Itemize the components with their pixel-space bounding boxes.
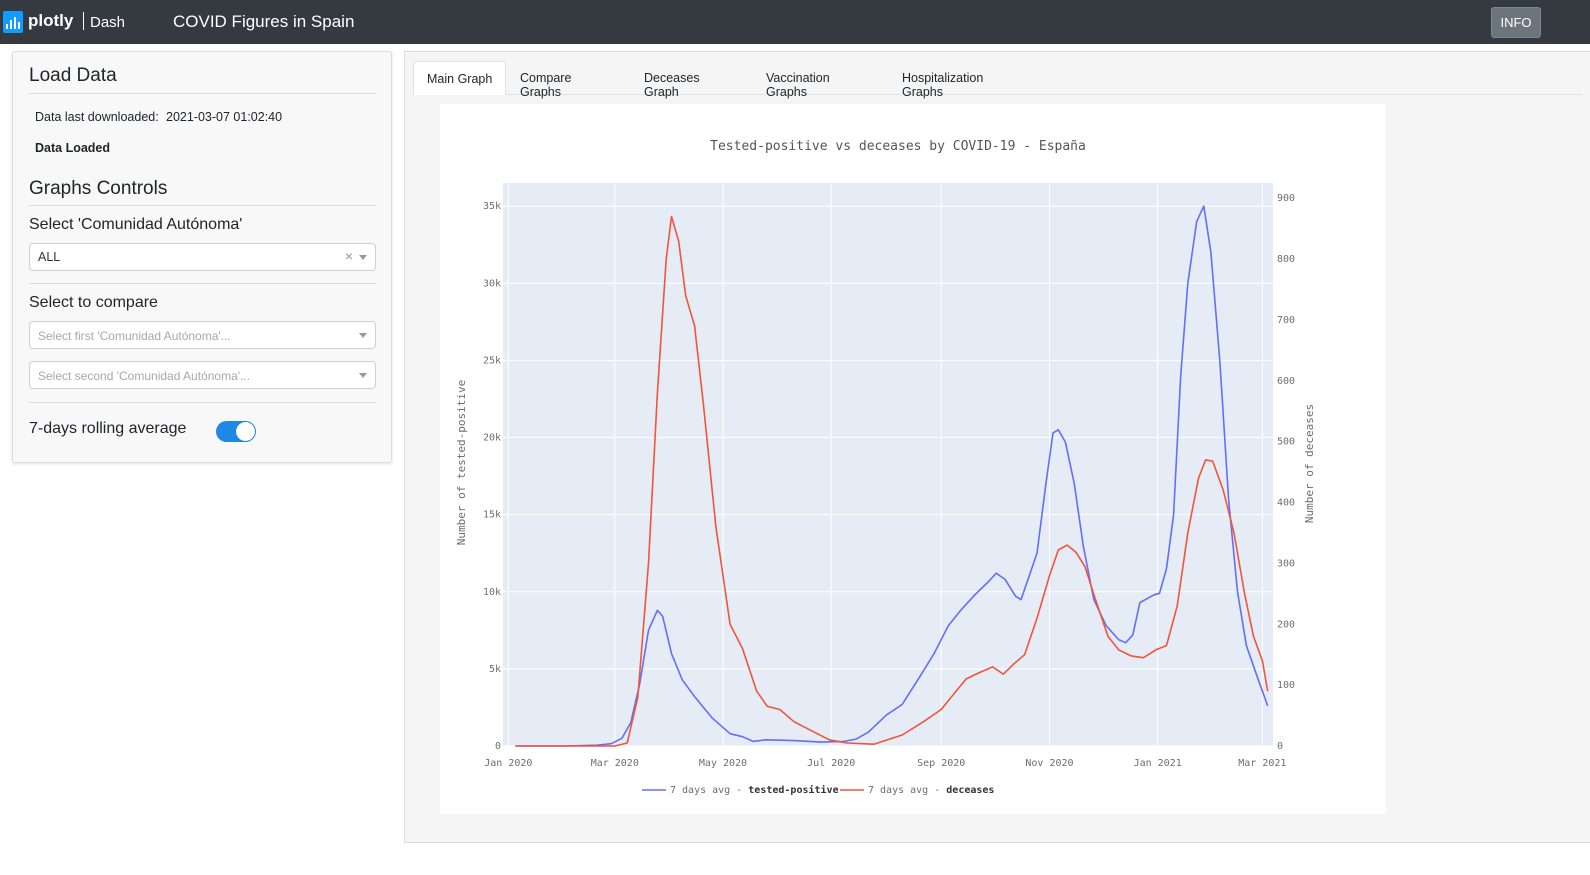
- y-tick-label: 35k: [483, 201, 501, 212]
- tab-vaccination-graphs[interactable]: Vaccination Graphs: [766, 61, 830, 99]
- y-tick-label: 0: [495, 741, 501, 752]
- main-panel: Main Graph Compare Graphs Deceases Graph…: [404, 51, 1590, 843]
- chevron-down-icon[interactable]: [359, 255, 367, 260]
- rolling-average-label: 7-days rolling average: [29, 420, 187, 437]
- x-tick-label: May 2020: [699, 758, 747, 769]
- main-chart: Tested-positive vs deceases by COVID-19 …: [440, 104, 1386, 814]
- app-title: COVID Figures in Spain: [173, 12, 355, 31]
- compare-first-dropdown[interactable]: Select first 'Comunidad Autónoma'...: [29, 321, 376, 349]
- last-downloaded-value: 2021-03-07 01:02:40: [166, 110, 283, 124]
- y2-tick-label: 500: [1277, 437, 1295, 448]
- plotly-logo-icon: [3, 11, 23, 33]
- compare-second-dropdown[interactable]: Select second 'Comunidad Autónoma'...: [29, 361, 376, 389]
- chart-title: Tested-positive vs deceases by COVID-19 …: [710, 139, 1086, 154]
- y2-tick-label: 0: [1277, 741, 1283, 752]
- chevron-down-icon[interactable]: [359, 373, 367, 378]
- graphs-controls-heading: Graphs Controls: [29, 178, 168, 199]
- x-tick-label: Jan 2021: [1134, 758, 1182, 769]
- x-tick-label: Jul 2020: [807, 758, 855, 769]
- data-status-text: Data Loaded: [35, 141, 111, 155]
- x-tick-label: Mar 2021: [1238, 758, 1286, 769]
- toggle-knob[interactable]: [236, 422, 255, 441]
- ca-dropdown[interactable]: ALL ×: [29, 243, 376, 271]
- tabs-underline: [413, 94, 1583, 95]
- x-tick-label: Nov 2020: [1025, 758, 1073, 769]
- y2-tick-label: 100: [1277, 680, 1295, 691]
- y2-tick-label: 700: [1277, 315, 1295, 326]
- divider: [29, 283, 376, 284]
- divider: [29, 93, 376, 94]
- tab-compare-graphs[interactable]: Compare Graphs: [520, 61, 571, 99]
- y-tick-label: 30k: [483, 278, 501, 289]
- legend-label: 7 days avg - tested-positive: [670, 784, 839, 796]
- rolling-average-toggle[interactable]: [216, 421, 256, 442]
- y-tick-label: 20k: [483, 433, 501, 444]
- last-downloaded-label: Data last downloaded:: [35, 110, 159, 124]
- compare-label: Select to compare: [29, 294, 158, 311]
- y-tick-label: 10k: [483, 587, 501, 598]
- legend-label: 7 days avg - deceases: [868, 785, 994, 796]
- clear-icon[interactable]: ×: [345, 248, 353, 264]
- divider: [29, 402, 376, 403]
- compare-first-placeholder: Select first 'Comunidad Autónoma'...: [38, 329, 231, 343]
- dash-logo-text: Dash: [90, 14, 126, 31]
- ca-dropdown-value: ALL: [38, 250, 61, 264]
- navbar: plotly Dash COVID Figures in Spain INFO: [0, 0, 1590, 44]
- divider: [29, 205, 376, 206]
- y-tick-label: 15k: [483, 510, 501, 521]
- logo-separator: [83, 12, 84, 30]
- x-tick-label: Jan 2020: [484, 758, 532, 769]
- y2-tick-label: 800: [1277, 254, 1295, 265]
- y2-axis-title: Number of deceases: [1303, 404, 1316, 523]
- tab-main-graph[interactable]: Main Graph: [413, 61, 506, 95]
- y2-tick-label: 300: [1277, 558, 1295, 569]
- y-axis-title: Number of tested-positive: [455, 380, 468, 546]
- info-button[interactable]: INFO: [1491, 7, 1541, 38]
- x-tick-label: Sep 2020: [917, 758, 965, 769]
- plotly-logo-text: plotly: [28, 11, 74, 30]
- y2-tick-label: 400: [1277, 498, 1295, 509]
- tab-hospitalization-graphs[interactable]: Hospitalization Graphs: [902, 61, 983, 99]
- ca-select-label: Select 'Comunidad Autónoma': [29, 216, 243, 233]
- y-tick-label: 25k: [483, 355, 501, 366]
- x-tick-label: Mar 2020: [591, 758, 639, 769]
- y2-tick-label: 900: [1277, 193, 1295, 204]
- tab-deceases-graph[interactable]: Deceases Graph: [644, 61, 700, 99]
- chevron-down-icon[interactable]: [359, 333, 367, 338]
- load-data-heading: Load Data: [29, 65, 117, 86]
- y2-tick-label: 600: [1277, 376, 1295, 387]
- y-tick-label: 5k: [489, 664, 501, 675]
- sidebar-panel: Load Data Data last downloaded: 2021-03-…: [12, 51, 392, 463]
- y2-tick-label: 200: [1277, 619, 1295, 630]
- chart-svg: Tested-positive vs deceases by COVID-19 …: [455, 139, 1316, 796]
- compare-second-placeholder: Select second 'Comunidad Autónoma'...: [38, 369, 251, 383]
